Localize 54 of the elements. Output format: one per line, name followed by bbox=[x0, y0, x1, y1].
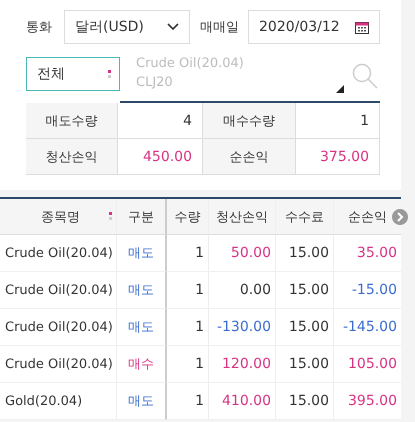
table-cell: Crude Oil(20.04) bbox=[5, 356, 113, 372]
table-cell: Crude Oil(20.04) bbox=[5, 282, 113, 298]
table-cell: 15.00 bbox=[288, 393, 329, 409]
summary-value: 1 bbox=[296, 103, 380, 139]
scroll-right-icon[interactable] bbox=[392, 209, 408, 225]
table-cell: 1 bbox=[195, 356, 204, 372]
column-header: 종목명 bbox=[41, 208, 80, 226]
calendar-icon bbox=[355, 20, 369, 34]
table-cell-text: 매도 bbox=[128, 393, 154, 410]
dots-icon bbox=[109, 212, 112, 221]
filter-select[interactable]: 전체 bbox=[26, 57, 120, 91]
table-cell-text: 매수 bbox=[128, 356, 154, 373]
table-cell: 410.00 bbox=[222, 393, 271, 409]
table-cell: 105.00 bbox=[348, 356, 397, 372]
currency-select[interactable]: 달러(USD) bbox=[64, 10, 190, 44]
table-cell: Crude Oil(20.04) bbox=[5, 320, 113, 334]
table-cell: 15.00 bbox=[288, 245, 329, 261]
table-cell: 0.00 bbox=[240, 282, 271, 298]
currency-label: 통화 bbox=[26, 19, 53, 36]
table-cell-text: 매도 bbox=[128, 245, 154, 262]
table-cell: 1 bbox=[195, 282, 204, 298]
date-label: 매매일 bbox=[200, 19, 240, 36]
table-cell: 50.00 bbox=[230, 245, 271, 261]
summary-label: 순손익 bbox=[203, 139, 296, 175]
table-cell: 15.00 bbox=[288, 282, 329, 298]
dots-icon bbox=[108, 70, 111, 78]
table-cell: 120.00 bbox=[222, 356, 271, 372]
column-header: 수량 bbox=[174, 208, 200, 226]
table-cell: 35.00 bbox=[356, 245, 397, 261]
table-cell: -130.00 bbox=[216, 319, 271, 335]
table-cell: 1 bbox=[195, 319, 204, 335]
table-cell: Crude Oil(20.04) bbox=[5, 246, 113, 260]
chevron-down-icon bbox=[167, 23, 179, 31]
search-icon[interactable] bbox=[352, 63, 378, 89]
column-header: 청산손익 bbox=[216, 208, 268, 226]
table-cell: Gold(20.04) bbox=[5, 394, 82, 408]
table-cell: 15.00 bbox=[288, 356, 329, 372]
summary-value: 375.00 bbox=[296, 139, 380, 175]
column-header: 수수료 bbox=[285, 208, 324, 226]
date-field[interactable]: 2020/03/12 bbox=[248, 10, 380, 44]
table-cell: -145.00 bbox=[342, 319, 397, 335]
table-cell: -15.00 bbox=[352, 282, 397, 298]
summary-label: 청산손익 bbox=[26, 139, 118, 175]
table-cell: 1 bbox=[195, 245, 204, 261]
column-header: 순손익 bbox=[348, 208, 387, 226]
table-cell: 15.00 bbox=[288, 319, 329, 335]
table-cell: 395.00 bbox=[348, 393, 397, 409]
corner-triangle-icon bbox=[336, 85, 344, 93]
table-cell: 1 bbox=[195, 393, 204, 409]
summary-label: 매수수량 bbox=[203, 103, 296, 139]
column-header: 구분 bbox=[128, 208, 154, 226]
summary-label: 매도수량 bbox=[26, 103, 118, 139]
table-cell-text: 매도 bbox=[128, 282, 154, 299]
table-cell-text: 매도 bbox=[128, 319, 154, 336]
